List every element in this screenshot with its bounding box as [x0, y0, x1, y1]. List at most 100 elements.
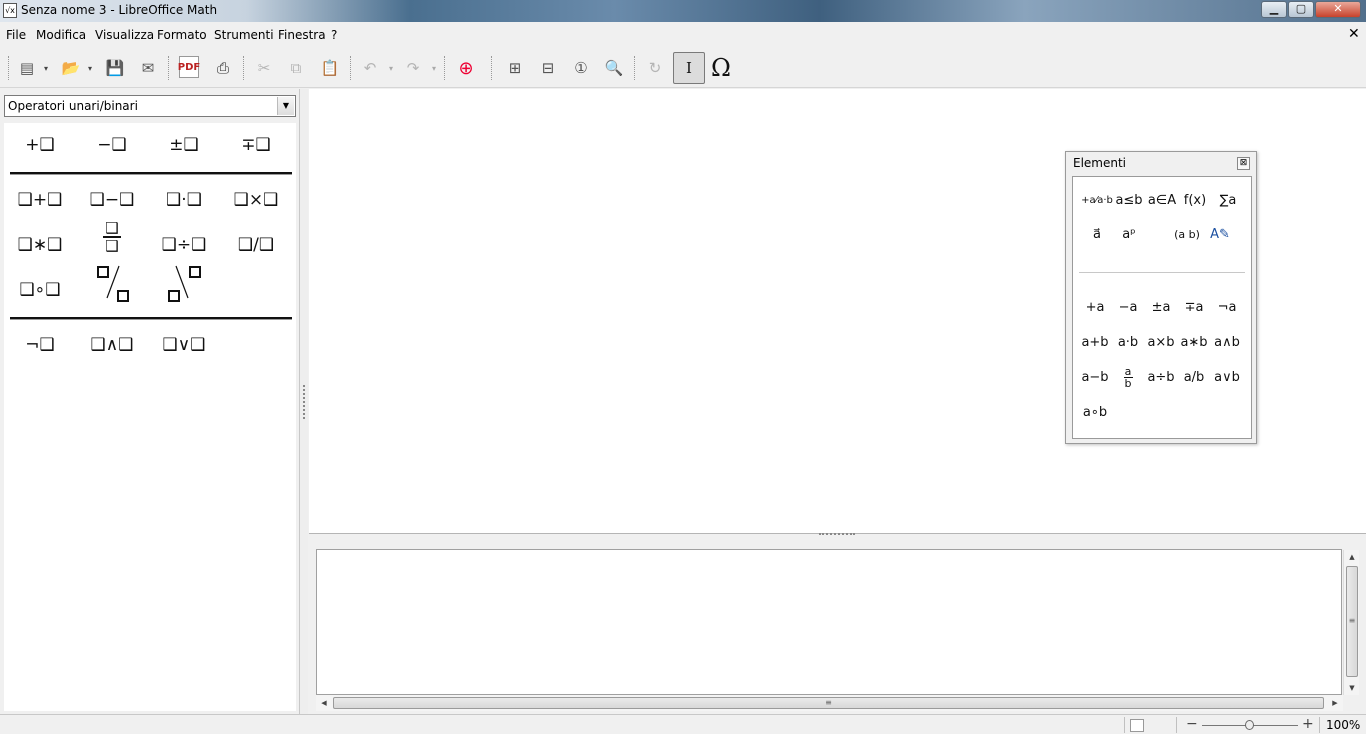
cut-icon[interactable]: ✂ — [252, 56, 276, 80]
help-lifebuoy-icon[interactable]: ⊕ — [454, 56, 478, 80]
elements-window-title[interactable]: Elementi — [1073, 156, 1126, 170]
menu-help[interactable]: ? — [331, 28, 337, 42]
save-icon[interactable]: 💾 — [103, 56, 127, 80]
update-icon[interactable]: ↻ — [643, 56, 667, 80]
new-dropdown-icon[interactable]: ▾ — [44, 64, 48, 73]
menu-strumenti[interactable]: Strumenti — [214, 28, 274, 42]
op-a-circ-b[interactable]: a∘b — [1079, 399, 1111, 427]
element-logical-or[interactable]: ❑∨❑ — [154, 327, 214, 363]
digital-signature-icon[interactable] — [1130, 719, 1144, 732]
print-icon[interactable]: ⎙ — [211, 56, 235, 80]
close-icon[interactable]: ⊠ — [1237, 157, 1250, 170]
scroll-right-icon[interactable]: ▶ — [1327, 695, 1343, 711]
menu-formato[interactable]: Formato — [157, 28, 207, 42]
close-document-button[interactable]: ✕ — [1348, 26, 1360, 42]
op-minus-a[interactable]: −a — [1112, 294, 1144, 322]
email-icon[interactable]: ✉ — [136, 56, 160, 80]
element-division[interactable]: ❑÷❑ — [154, 227, 214, 263]
formula-cursor-icon[interactable]: I — [673, 52, 705, 84]
category-operators-icon[interactable]: ∑a — [1212, 187, 1244, 215]
undo-dropdown-icon[interactable]: ▾ — [389, 64, 393, 73]
category-brackets-icon[interactable]: (a b) — [1171, 221, 1203, 249]
element-category-select[interactable]: Operatori unari/binari ▼ — [4, 95, 296, 117]
op-a-or-b[interactable]: a∨b — [1211, 364, 1243, 392]
element-slash-division[interactable]: ❑/❑ — [226, 227, 286, 263]
category-unary-binary-icon[interactable]: +a⁄a·b — [1081, 187, 1113, 215]
editor-splitter[interactable] — [309, 533, 1366, 542]
menu-modifica[interactable]: Modifica — [36, 28, 86, 42]
zoom-percentage[interactable]: 100% — [1326, 718, 1360, 732]
redo-icon[interactable]: ↷ — [401, 56, 425, 80]
zoom-in-icon[interactable]: ⊞ — [503, 56, 527, 80]
export-pdf-icon[interactable]: PDF — [178, 56, 200, 78]
element-subtraction[interactable]: ❑−❑ — [82, 182, 142, 218]
op-plusminus-a[interactable]: ±a — [1145, 294, 1177, 322]
op-a-times-b[interactable]: a×b — [1145, 329, 1177, 357]
element-dot-product[interactable]: ❑·❑ — [154, 182, 214, 218]
element-wide-backslash[interactable] — [154, 263, 214, 309]
element-logical-not[interactable]: ¬❑ — [10, 327, 70, 363]
splitter-grip-icon[interactable] — [303, 385, 305, 419]
category-formats-icon[interactable]: A✎ — [1204, 221, 1236, 249]
open-dropdown-icon[interactable]: ▾ — [88, 64, 92, 73]
zoom-out-button[interactable]: − — [1186, 716, 1198, 732]
element-logical-and[interactable]: ❑∧❑ — [82, 327, 142, 363]
math-app-icon[interactable]: √x — [3, 3, 17, 18]
category-others-icon[interactable]: aᵖ — [1113, 221, 1145, 249]
op-a-cdot-b[interactable]: a·b — [1112, 329, 1144, 357]
element-composition[interactable]: ❑∘❑ — [10, 272, 70, 308]
op-a-and-b[interactable]: a∧b — [1211, 329, 1243, 357]
element-wide-slash[interactable] — [82, 263, 142, 309]
category-attributes-icon[interactable]: a⃗ — [1081, 221, 1113, 249]
op-a-div-b[interactable]: a÷b — [1145, 364, 1177, 392]
menu-finestra[interactable]: Finestra — [278, 28, 326, 42]
undo-icon[interactable]: ↶ — [358, 56, 382, 80]
op-not-a[interactable]: ¬a — [1211, 294, 1243, 322]
maximize-button[interactable]: ▢ — [1288, 1, 1314, 18]
op-a-plus-b[interactable]: a+b — [1079, 329, 1111, 357]
element-addition[interactable]: ❑+❑ — [10, 182, 70, 218]
copy-icon[interactable]: ⧉ — [284, 56, 308, 80]
horizontal-scroll-thumb[interactable]: ≡ — [333, 697, 1324, 709]
chevron-down-icon[interactable]: ▼ — [277, 97, 294, 115]
op-a-ast-b[interactable]: a∗b — [1178, 329, 1210, 357]
scroll-down-icon[interactable]: ▼ — [1344, 681, 1360, 695]
redo-dropdown-icon[interactable]: ▾ — [432, 64, 436, 73]
zoom-in-button[interactable]: + — [1302, 716, 1314, 732]
category-set-operations-icon[interactable]: a∈A — [1146, 187, 1178, 215]
horizontal-scrollbar[interactable]: ◀ ≡ ▶ — [316, 695, 1343, 711]
zoom-100-icon[interactable]: ① — [569, 56, 593, 80]
panel-splitter[interactable] — [300, 89, 308, 714]
close-window-button[interactable]: ✕ — [1315, 1, 1361, 18]
element-multiplication[interactable]: ❑×❑ — [226, 182, 286, 218]
scroll-left-icon[interactable]: ◀ — [316, 695, 332, 711]
op-minusplus-a[interactable]: ∓a — [1178, 294, 1210, 322]
zoom-out-icon[interactable]: ⊟ — [536, 56, 560, 80]
category-relations-icon[interactable]: a≤b — [1113, 187, 1145, 215]
menu-visualizza[interactable]: Visualizza — [95, 28, 154, 42]
op-a-minus-b[interactable]: a−b — [1079, 364, 1111, 392]
category-functions-icon[interactable]: f(x) — [1179, 187, 1211, 215]
vertical-scrollbar[interactable]: ▲ ≡ ▼ — [1343, 550, 1359, 695]
element-plus-minus[interactable]: ±❑ — [154, 127, 214, 163]
menu-file[interactable]: File — [6, 28, 26, 42]
op-a-slash-b[interactable]: a/b — [1178, 364, 1210, 392]
show-all-icon[interactable]: 🔍 — [602, 56, 626, 80]
paste-icon[interactable]: 📋 — [318, 56, 342, 80]
symbols-omega-icon[interactable]: Ω — [709, 54, 733, 82]
element-unary-plus[interactable]: +❑ — [10, 127, 70, 163]
scroll-up-icon[interactable]: ▲ — [1344, 550, 1360, 564]
formula-command-editor[interactable] — [316, 549, 1342, 695]
element-unary-minus[interactable]: −❑ — [82, 127, 142, 163]
toolbar-grip[interactable] — [8, 56, 9, 80]
element-fraction[interactable]: ❑ ❑ — [82, 221, 142, 257]
zoom-slider-handle[interactable] — [1245, 720, 1254, 730]
open-folder-icon[interactable]: 📂 — [59, 56, 83, 80]
op-plus-a[interactable]: +a — [1079, 294, 1111, 322]
vertical-scroll-thumb[interactable]: ≡ — [1346, 566, 1358, 677]
element-minus-plus[interactable]: ∓❑ — [226, 127, 286, 163]
element-asterisk-multiply[interactable]: ❑∗❑ — [10, 227, 70, 263]
op-a-over-b[interactable]: a b — [1112, 364, 1144, 392]
splitter-grip-icon[interactable] — [819, 533, 855, 536]
minimize-button[interactable]: ▁ — [1261, 1, 1287, 18]
